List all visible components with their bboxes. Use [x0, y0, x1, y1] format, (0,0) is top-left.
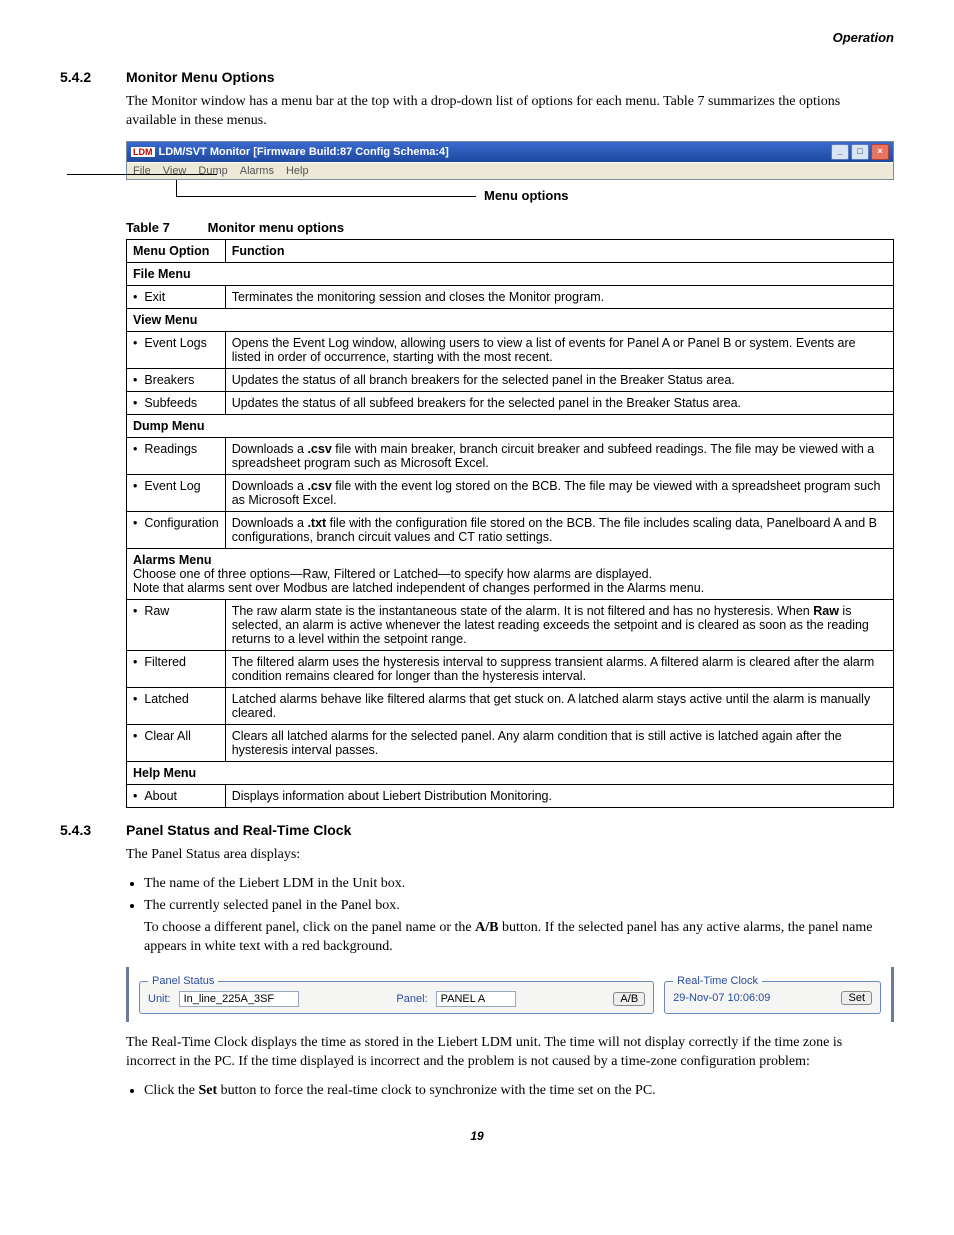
table-row: ExitTerminates the monitoring session an… — [127, 285, 894, 308]
list-item: The currently selected panel in the Pane… — [144, 897, 894, 958]
menu-file[interactable]: File — [133, 165, 151, 177]
table-row: Event LogsOpens the Event Log window, al… — [127, 331, 894, 368]
section-title: Monitor Menu Options — [126, 69, 275, 85]
table-row: BreakersUpdates the status of all branch… — [127, 368, 894, 391]
menu-option-cell: Clear All — [127, 724, 226, 761]
section-number: 5.4.2 — [60, 69, 104, 85]
panel-status-legend: Panel Status — [148, 975, 218, 987]
section-number: 5.4.3 — [60, 822, 104, 838]
function-cell: Updates the status of all subfeed breake… — [225, 391, 893, 414]
table-section-header: Help Menu — [127, 761, 894, 784]
function-cell: Clears all latched alarms for the select… — [225, 724, 893, 761]
rtc-paragraph: The Real-Time Clock displays the time as… — [126, 1034, 894, 1072]
panel-field[interactable]: PANEL A — [436, 991, 516, 1007]
function-cell: Updates the status of all branch breaker… — [225, 368, 893, 391]
function-cell: Terminates the monitoring session and cl… — [225, 285, 893, 308]
unit-label: Unit: — [148, 993, 171, 1005]
table-caption: Table 7 Monitor menu options — [126, 220, 894, 235]
menu-alarms[interactable]: Alarms — [240, 165, 274, 177]
window-title: LDMLDM/SVT Monitor [Firmware Build:87 Co… — [131, 146, 449, 158]
menu-help[interactable]: Help — [286, 165, 309, 177]
callout-label: Menu options — [484, 188, 569, 203]
menu-option-cell: Exit — [127, 285, 226, 308]
menu-option-cell: Raw — [127, 599, 226, 650]
function-cell: Downloads a .csv file with the event log… — [225, 474, 893, 511]
function-cell: Downloads a .csv file with main breaker,… — [225, 437, 893, 474]
function-cell: The raw alarm state is the instantaneous… — [225, 599, 893, 650]
menu-option-cell: Event Log — [127, 474, 226, 511]
menu-option-cell: Breakers — [127, 368, 226, 391]
function-cell: The filtered alarm uses the hysteresis i… — [225, 650, 893, 687]
section-paragraph: The Monitor window has a menu bar at the… — [126, 93, 894, 131]
window-menubar: File View Dump Alarms Help — [127, 162, 893, 179]
function-cell: Displays information about Liebert Distr… — [225, 784, 893, 807]
panel-status-list: The name of the Liebert LDM in the Unit … — [126, 875, 894, 958]
rtc-value: 29-Nov-07 10:06:09 — [673, 992, 770, 1004]
panel-status-screenshot: Panel Status Unit: In_line_225A_3SF Pane… — [126, 967, 894, 1022]
menu-option-cell: Configuration — [127, 511, 226, 548]
table-section-header: File Menu — [127, 262, 894, 285]
list-item-sub: To choose a different panel, click on th… — [144, 919, 894, 957]
table-section-header: Dump Menu — [127, 414, 894, 437]
panel-label: Panel: — [396, 993, 427, 1005]
section-title: Panel Status and Real-Time Clock — [126, 822, 351, 838]
monitor-menu-options-table: Menu Option Function File MenuExitTermin… — [126, 239, 894, 808]
menu-dump[interactable]: Dump — [198, 165, 227, 177]
table-row: ReadingsDownloads a .csv file with main … — [127, 437, 894, 474]
rtc-legend: Real-Time Clock — [673, 975, 762, 987]
menu-option-cell: Event Logs — [127, 331, 226, 368]
menu-option-cell: Readings — [127, 437, 226, 474]
menu-option-cell: About — [127, 784, 226, 807]
table-row: AboutDisplays information about Liebert … — [127, 784, 894, 807]
menu-view[interactable]: View — [163, 165, 187, 177]
monitor-window-screenshot: LDMLDM/SVT Monitor [Firmware Build:87 Co… — [126, 141, 894, 180]
table-row: ConfigurationDownloads a .txt file with … — [127, 511, 894, 548]
unit-field[interactable]: In_line_225A_3SF — [179, 991, 299, 1007]
table-row: FilteredThe filtered alarm uses the hyst… — [127, 650, 894, 687]
table-section-header: Alarms MenuChoose one of three options—R… — [127, 548, 894, 599]
rtc-fix-list: Click the Set button to force the real-t… — [126, 1082, 894, 1101]
th-menu-option: Menu Option — [127, 239, 226, 262]
table-row: LatchedLatched alarms behave like filter… — [127, 687, 894, 724]
table-row: Clear AllClears all latched alarms for t… — [127, 724, 894, 761]
list-item: The name of the Liebert LDM in the Unit … — [144, 875, 894, 894]
table-row: RawThe raw alarm state is the instantane… — [127, 599, 894, 650]
section-intro: The Panel Status area displays: — [126, 846, 894, 865]
callout: Menu options — [126, 180, 894, 214]
table-row: Event LogDownloads a .csv file with the … — [127, 474, 894, 511]
menu-option-cell: Latched — [127, 687, 226, 724]
set-button[interactable]: Set — [841, 991, 872, 1005]
table-row: SubfeedsUpdates the status of all subfee… — [127, 391, 894, 414]
maximize-icon[interactable]: □ — [851, 144, 869, 160]
page-number: 19 — [60, 1129, 894, 1143]
page-header: Operation — [60, 30, 894, 45]
window-titlebar: LDMLDM/SVT Monitor [Firmware Build:87 Co… — [127, 142, 893, 162]
function-cell: Latched alarms behave like filtered alar… — [225, 687, 893, 724]
minimize-icon[interactable]: _ — [831, 144, 849, 160]
close-icon[interactable]: × — [871, 144, 889, 160]
th-function: Function — [225, 239, 893, 262]
app-icon: LDM — [131, 147, 155, 157]
function-cell: Opens the Event Log window, allowing use… — [225, 331, 893, 368]
ab-button[interactable]: A/B — [613, 992, 645, 1006]
menu-option-cell: Subfeeds — [127, 391, 226, 414]
list-item: Click the Set button to force the real-t… — [144, 1082, 894, 1101]
menu-option-cell: Filtered — [127, 650, 226, 687]
table-section-header: View Menu — [127, 308, 894, 331]
function-cell: Downloads a .txt file with the configura… — [225, 511, 893, 548]
